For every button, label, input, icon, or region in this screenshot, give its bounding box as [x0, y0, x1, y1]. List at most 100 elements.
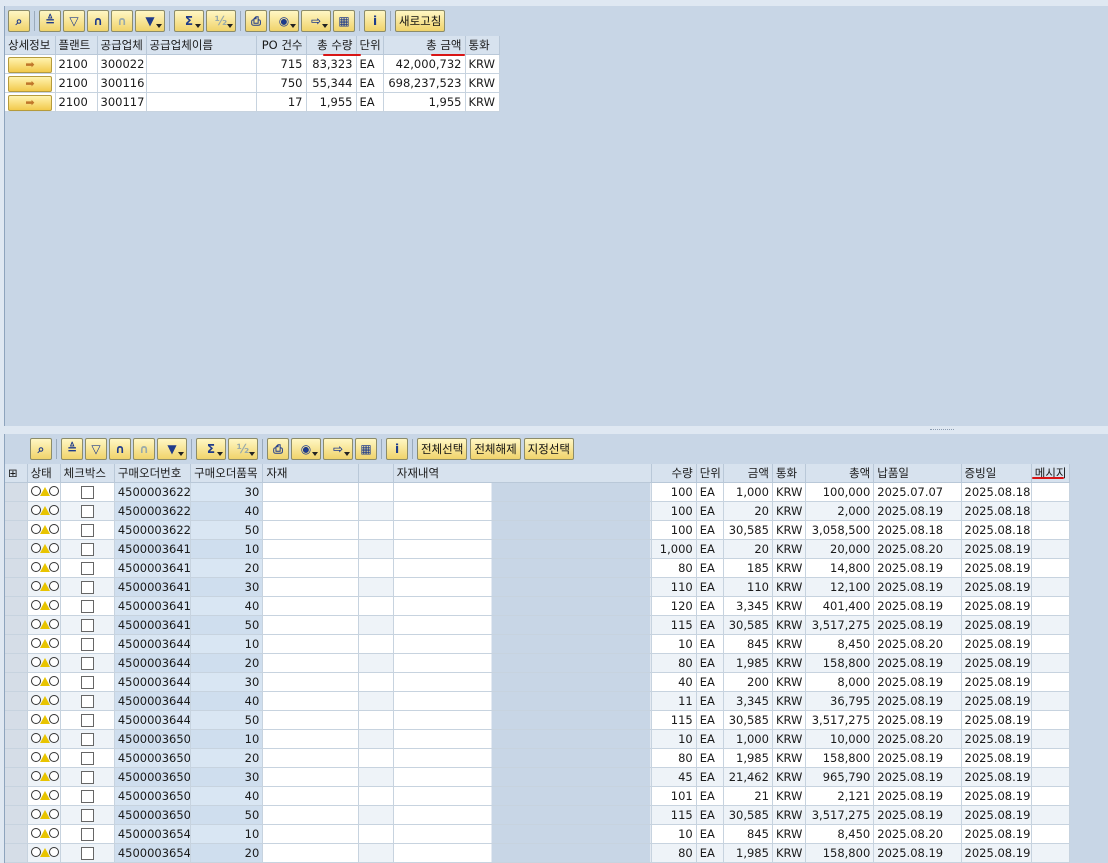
filter-icon[interactable]: ▼: [135, 10, 165, 32]
col-quantity[interactable]: 수량: [651, 464, 697, 483]
filter-icon[interactable]: ▼: [157, 438, 187, 460]
row-selector[interactable]: [5, 596, 28, 616]
row-checkbox[interactable]: [80, 562, 94, 575]
po-item-row[interactable]: 4500003654 10 10 EA 845 KRW 8,450 2025.08.20 202…: [5, 824, 1071, 844]
col-price[interactable]: 금액: [723, 464, 773, 483]
sum-icon[interactable]: Σ: [174, 10, 204, 32]
row-checkbox[interactable]: [80, 543, 94, 556]
row-checkbox[interactable]: [80, 486, 94, 499]
col-total[interactable]: 총액: [805, 464, 875, 483]
row-selector[interactable]: [5, 691, 28, 711]
col-doc-date[interactable]: 증빙일: [961, 464, 1032, 483]
refresh-button[interactable]: 새로고침: [395, 10, 446, 32]
col-material[interactable]: 자재: [262, 464, 359, 483]
find-icon[interactable]: ∩: [87, 10, 109, 32]
sort-ascending-icon[interactable]: ≜: [61, 438, 83, 460]
row-checkbox[interactable]: [80, 600, 94, 613]
row-selector[interactable]: [5, 805, 28, 825]
row-selector[interactable]: [5, 653, 28, 673]
print-icon[interactable]: ⎙: [245, 10, 267, 32]
row-checkbox[interactable]: [80, 676, 94, 689]
detail-arrow-icon[interactable]: ➡: [8, 56, 52, 73]
col-message[interactable]: 메시지: [1031, 464, 1071, 483]
col-vendor[interactable]: 공급업체: [97, 36, 147, 55]
sort-descending-icon[interactable]: ▽: [63, 10, 85, 32]
col-total-amount[interactable]: 총 금액: [383, 36, 466, 55]
summary-row[interactable]: ➡ 2100 300116 750 55,344 EA 698,237,523 KRW: [5, 73, 500, 93]
po-item-row[interactable]: 4500003641 50 115 EA 30,585 KRW 3,517,275 2025.…: [5, 615, 1071, 635]
po-item-row[interactable]: 4500003650 50 115 EA 30,585 KRW 3,517,275 2025.…: [5, 805, 1071, 825]
find-icon[interactable]: ∩: [109, 438, 131, 460]
col-po-number[interactable]: 구매오더번호: [114, 464, 192, 483]
row-checkbox[interactable]: [80, 638, 94, 651]
row-selector[interactable]: [5, 501, 28, 521]
col-unit[interactable]: 단위: [356, 36, 384, 55]
col-checkbox[interactable]: 체크박스: [60, 464, 115, 483]
col-detail[interactable]: 상세정보: [5, 36, 56, 55]
row-checkbox[interactable]: [80, 733, 94, 746]
row-selector[interactable]: [5, 634, 28, 654]
export-icon[interactable]: ⇨: [323, 438, 353, 460]
row-selector[interactable]: [5, 558, 28, 578]
row-checkbox[interactable]: [80, 581, 94, 594]
row-selector[interactable]: [5, 729, 28, 749]
col-plant[interactable]: 플랜트: [55, 36, 98, 55]
select-specified-button[interactable]: 지정선택: [523, 438, 574, 460]
detail-arrow-icon[interactable]: ➡: [8, 94, 52, 111]
po-item-row[interactable]: 4500003622 40 100 EA 20 KRW 2,000 2025.08.19 202…: [5, 501, 1071, 521]
col-material-desc[interactable]: 자재내역: [393, 464, 652, 483]
find-next-icon[interactable]: ∩: [111, 10, 133, 32]
row-checkbox[interactable]: [80, 828, 94, 841]
sort-descending-icon[interactable]: ▽: [85, 438, 107, 460]
views-icon[interactable]: ◉: [269, 10, 299, 32]
col-currency[interactable]: 통화: [465, 36, 500, 55]
row-selector[interactable]: [5, 520, 28, 540]
layout-icon[interactable]: ▦: [333, 10, 355, 32]
row-checkbox[interactable]: [80, 505, 94, 518]
export-icon[interactable]: ⇨: [301, 10, 331, 32]
col-status[interactable]: 상태: [27, 464, 61, 483]
col-currency[interactable]: 통화: [772, 464, 807, 483]
row-selector[interactable]: [5, 482, 28, 502]
row-selector[interactable]: [5, 615, 28, 635]
row-selector[interactable]: [5, 843, 28, 863]
info-icon[interactable]: i: [364, 10, 386, 32]
row-selector[interactable]: [5, 539, 28, 559]
col-delivery-date[interactable]: 납품일: [873, 464, 962, 483]
row-selector[interactable]: [5, 748, 28, 768]
po-item-row[interactable]: 4500003644 20 80 EA 1,985 KRW 158,800 2025.08.1…: [5, 653, 1071, 673]
po-item-row[interactable]: 4500003641 20 80 EA 185 KRW 14,800 2025.08.19 20…: [5, 558, 1071, 578]
row-selector[interactable]: [5, 767, 28, 787]
select-all-rows-icon[interactable]: ⊞: [5, 464, 28, 483]
summary-row[interactable]: ➡ 2100 300022 715 83,323 EA 42,000,732 KRW: [5, 54, 500, 74]
row-checkbox[interactable]: [80, 695, 94, 708]
detail-arrow-icon[interactable]: ➡: [8, 75, 52, 92]
po-item-row[interactable]: 4500003641 40 120 EA 3,345 KRW 401,400 2025.08.…: [5, 596, 1071, 616]
po-item-row[interactable]: 4500003650 30 45 EA 21,462 KRW 965,790 2025.08.…: [5, 767, 1071, 787]
col-vendor-name[interactable]: 공급업체이름: [146, 36, 257, 55]
row-selector[interactable]: [5, 710, 28, 730]
po-item-row[interactable]: 4500003622 30 100 EA 1,000 KRW 100,000 2025.07.…: [5, 482, 1071, 502]
row-checkbox[interactable]: [80, 524, 94, 537]
sum-icon[interactable]: Σ: [196, 438, 226, 460]
po-item-row[interactable]: 4500003644 30 40 EA 200 KRW 8,000 2025.08.19 202…: [5, 672, 1071, 692]
col-po-item[interactable]: 구매오더품목: [190, 464, 264, 483]
zoom-icon[interactable]: ⌕: [8, 10, 30, 32]
row-checkbox[interactable]: [80, 657, 94, 670]
row-selector[interactable]: [5, 824, 28, 844]
row-checkbox[interactable]: [80, 790, 94, 803]
print-icon[interactable]: ⎙: [267, 438, 289, 460]
po-item-row[interactable]: 4500003650 10 10 EA 1,000 KRW 10,000 2025.08.20…: [5, 729, 1071, 749]
col-unit[interactable]: 단위: [696, 464, 724, 483]
views-icon[interactable]: ◉: [291, 438, 321, 460]
row-checkbox[interactable]: [80, 771, 94, 784]
subtotal-icon[interactable]: ½: [206, 10, 236, 32]
row-selector[interactable]: [5, 672, 28, 692]
po-item-row[interactable]: 4500003644 10 10 EA 845 KRW 8,450 2025.08.20 202…: [5, 634, 1071, 654]
sort-ascending-icon[interactable]: ≜: [39, 10, 61, 32]
po-item-row[interactable]: 4500003641 10 1,000 EA 20 KRW 20,000 2025.08.20…: [5, 539, 1071, 559]
row-selector[interactable]: [5, 786, 28, 806]
row-checkbox[interactable]: [80, 809, 94, 822]
po-item-row[interactable]: 4500003622 50 100 EA 30,585 KRW 3,058,500 2025.…: [5, 520, 1071, 540]
info-icon[interactable]: i: [386, 438, 408, 460]
